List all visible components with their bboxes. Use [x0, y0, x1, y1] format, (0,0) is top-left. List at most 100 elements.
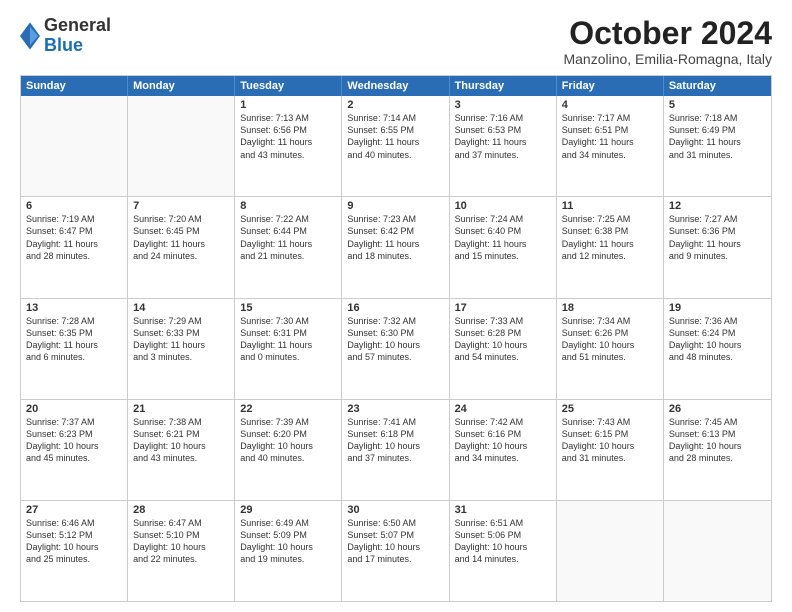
calendar-cell-0-4: 3Sunrise: 7:16 AM Sunset: 6:53 PM Daylig… [450, 96, 557, 196]
logo-icon [20, 22, 40, 50]
cell-info: Sunrise: 7:30 AM Sunset: 6:31 PM Dayligh… [240, 315, 336, 364]
day-number: 10 [455, 200, 551, 212]
header-day-tuesday: Tuesday [235, 76, 342, 96]
calendar-cell-4-6 [664, 501, 771, 601]
calendar-row-4: 27Sunrise: 6:46 AM Sunset: 5:12 PM Dayli… [21, 500, 771, 601]
header-day-sunday: Sunday [21, 76, 128, 96]
day-number: 1 [240, 99, 336, 111]
day-number: 3 [455, 99, 551, 111]
day-number: 22 [240, 403, 336, 415]
header: General Blue October 2024 Manzolino, Emi… [20, 16, 772, 67]
calendar-cell-2-6: 19Sunrise: 7:36 AM Sunset: 6:24 PM Dayli… [664, 299, 771, 399]
day-number: 11 [562, 200, 658, 212]
cell-info: Sunrise: 7:39 AM Sunset: 6:20 PM Dayligh… [240, 416, 336, 465]
cell-info: Sunrise: 7:43 AM Sunset: 6:15 PM Dayligh… [562, 416, 658, 465]
cell-info: Sunrise: 7:17 AM Sunset: 6:51 PM Dayligh… [562, 112, 658, 161]
calendar-cell-3-6: 26Sunrise: 7:45 AM Sunset: 6:13 PM Dayli… [664, 400, 771, 500]
cell-info: Sunrise: 7:42 AM Sunset: 6:16 PM Dayligh… [455, 416, 551, 465]
day-number: 25 [562, 403, 658, 415]
calendar-cell-0-2: 1Sunrise: 7:13 AM Sunset: 6:56 PM Daylig… [235, 96, 342, 196]
calendar-cell-4-3: 30Sunrise: 6:50 AM Sunset: 5:07 PM Dayli… [342, 501, 449, 601]
calendar-cell-1-2: 8Sunrise: 7:22 AM Sunset: 6:44 PM Daylig… [235, 197, 342, 297]
cell-info: Sunrise: 7:37 AM Sunset: 6:23 PM Dayligh… [26, 416, 122, 465]
day-number: 2 [347, 99, 443, 111]
day-number: 17 [455, 302, 551, 314]
header-day-friday: Friday [557, 76, 664, 96]
calendar-cell-0-6: 5Sunrise: 7:18 AM Sunset: 6:49 PM Daylig… [664, 96, 771, 196]
day-number: 8 [240, 200, 336, 212]
calendar-cell-2-0: 13Sunrise: 7:28 AM Sunset: 6:35 PM Dayli… [21, 299, 128, 399]
calendar-cell-4-5 [557, 501, 664, 601]
day-number: 16 [347, 302, 443, 314]
calendar-cell-2-4: 17Sunrise: 7:33 AM Sunset: 6:28 PM Dayli… [450, 299, 557, 399]
cell-info: Sunrise: 7:41 AM Sunset: 6:18 PM Dayligh… [347, 416, 443, 465]
logo-blue: Blue [44, 36, 111, 56]
calendar-cell-2-3: 16Sunrise: 7:32 AM Sunset: 6:30 PM Dayli… [342, 299, 449, 399]
cell-info: Sunrise: 6:46 AM Sunset: 5:12 PM Dayligh… [26, 517, 122, 566]
calendar-cell-1-5: 11Sunrise: 7:25 AM Sunset: 6:38 PM Dayli… [557, 197, 664, 297]
calendar-cell-4-0: 27Sunrise: 6:46 AM Sunset: 5:12 PM Dayli… [21, 501, 128, 601]
month-title: October 2024 [563, 16, 772, 51]
calendar-cell-1-1: 7Sunrise: 7:20 AM Sunset: 6:45 PM Daylig… [128, 197, 235, 297]
calendar-cell-3-0: 20Sunrise: 7:37 AM Sunset: 6:23 PM Dayli… [21, 400, 128, 500]
calendar-cell-4-1: 28Sunrise: 6:47 AM Sunset: 5:10 PM Dayli… [128, 501, 235, 601]
calendar-cell-4-4: 31Sunrise: 6:51 AM Sunset: 5:06 PM Dayli… [450, 501, 557, 601]
day-number: 4 [562, 99, 658, 111]
day-number: 18 [562, 302, 658, 314]
cell-info: Sunrise: 7:33 AM Sunset: 6:28 PM Dayligh… [455, 315, 551, 364]
logo-general: General [44, 16, 111, 36]
calendar-cell-4-2: 29Sunrise: 6:49 AM Sunset: 5:09 PM Dayli… [235, 501, 342, 601]
cell-info: Sunrise: 7:25 AM Sunset: 6:38 PM Dayligh… [562, 213, 658, 262]
day-number: 31 [455, 504, 551, 516]
day-number: 13 [26, 302, 122, 314]
header-day-wednesday: Wednesday [342, 76, 449, 96]
cell-info: Sunrise: 7:29 AM Sunset: 6:33 PM Dayligh… [133, 315, 229, 364]
cell-info: Sunrise: 7:19 AM Sunset: 6:47 PM Dayligh… [26, 213, 122, 262]
header-day-saturday: Saturday [664, 76, 771, 96]
day-number: 29 [240, 504, 336, 516]
cell-info: Sunrise: 6:49 AM Sunset: 5:09 PM Dayligh… [240, 517, 336, 566]
calendar-row-3: 20Sunrise: 7:37 AM Sunset: 6:23 PM Dayli… [21, 399, 771, 500]
cell-info: Sunrise: 7:23 AM Sunset: 6:42 PM Dayligh… [347, 213, 443, 262]
cell-info: Sunrise: 7:18 AM Sunset: 6:49 PM Dayligh… [669, 112, 766, 161]
day-number: 15 [240, 302, 336, 314]
calendar-cell-3-1: 21Sunrise: 7:38 AM Sunset: 6:21 PM Dayli… [128, 400, 235, 500]
day-number: 7 [133, 200, 229, 212]
header-day-thursday: Thursday [450, 76, 557, 96]
cell-info: Sunrise: 7:16 AM Sunset: 6:53 PM Dayligh… [455, 112, 551, 161]
calendar-cell-0-5: 4Sunrise: 7:17 AM Sunset: 6:51 PM Daylig… [557, 96, 664, 196]
calendar-row-1: 6Sunrise: 7:19 AM Sunset: 6:47 PM Daylig… [21, 196, 771, 297]
calendar-header: SundayMondayTuesdayWednesdayThursdayFrid… [21, 76, 771, 96]
subtitle: Manzolino, Emilia-Romagna, Italy [563, 51, 772, 67]
cell-info: Sunrise: 7:34 AM Sunset: 6:26 PM Dayligh… [562, 315, 658, 364]
calendar-cell-3-2: 22Sunrise: 7:39 AM Sunset: 6:20 PM Dayli… [235, 400, 342, 500]
calendar-cell-2-1: 14Sunrise: 7:29 AM Sunset: 6:33 PM Dayli… [128, 299, 235, 399]
day-number: 19 [669, 302, 766, 314]
cell-info: Sunrise: 7:36 AM Sunset: 6:24 PM Dayligh… [669, 315, 766, 364]
day-number: 5 [669, 99, 766, 111]
day-number: 6 [26, 200, 122, 212]
day-number: 28 [133, 504, 229, 516]
calendar-cell-2-5: 18Sunrise: 7:34 AM Sunset: 6:26 PM Dayli… [557, 299, 664, 399]
day-number: 23 [347, 403, 443, 415]
cell-info: Sunrise: 7:32 AM Sunset: 6:30 PM Dayligh… [347, 315, 443, 364]
cell-info: Sunrise: 7:20 AM Sunset: 6:45 PM Dayligh… [133, 213, 229, 262]
calendar-body: 1Sunrise: 7:13 AM Sunset: 6:56 PM Daylig… [21, 96, 771, 601]
cell-info: Sunrise: 7:38 AM Sunset: 6:21 PM Dayligh… [133, 416, 229, 465]
day-number: 26 [669, 403, 766, 415]
cell-info: Sunrise: 7:24 AM Sunset: 6:40 PM Dayligh… [455, 213, 551, 262]
calendar-cell-1-6: 12Sunrise: 7:27 AM Sunset: 6:36 PM Dayli… [664, 197, 771, 297]
day-number: 20 [26, 403, 122, 415]
day-number: 14 [133, 302, 229, 314]
cell-info: Sunrise: 7:28 AM Sunset: 6:35 PM Dayligh… [26, 315, 122, 364]
calendar-cell-0-3: 2Sunrise: 7:14 AM Sunset: 6:55 PM Daylig… [342, 96, 449, 196]
calendar-cell-0-0 [21, 96, 128, 196]
calendar-cell-3-4: 24Sunrise: 7:42 AM Sunset: 6:16 PM Dayli… [450, 400, 557, 500]
calendar-cell-1-3: 9Sunrise: 7:23 AM Sunset: 6:42 PM Daylig… [342, 197, 449, 297]
cell-info: Sunrise: 6:50 AM Sunset: 5:07 PM Dayligh… [347, 517, 443, 566]
day-number: 27 [26, 504, 122, 516]
logo: General Blue [20, 16, 111, 56]
day-number: 12 [669, 200, 766, 212]
title-block: October 2024 Manzolino, Emilia-Romagna, … [563, 16, 772, 67]
calendar-cell-2-2: 15Sunrise: 7:30 AM Sunset: 6:31 PM Dayli… [235, 299, 342, 399]
